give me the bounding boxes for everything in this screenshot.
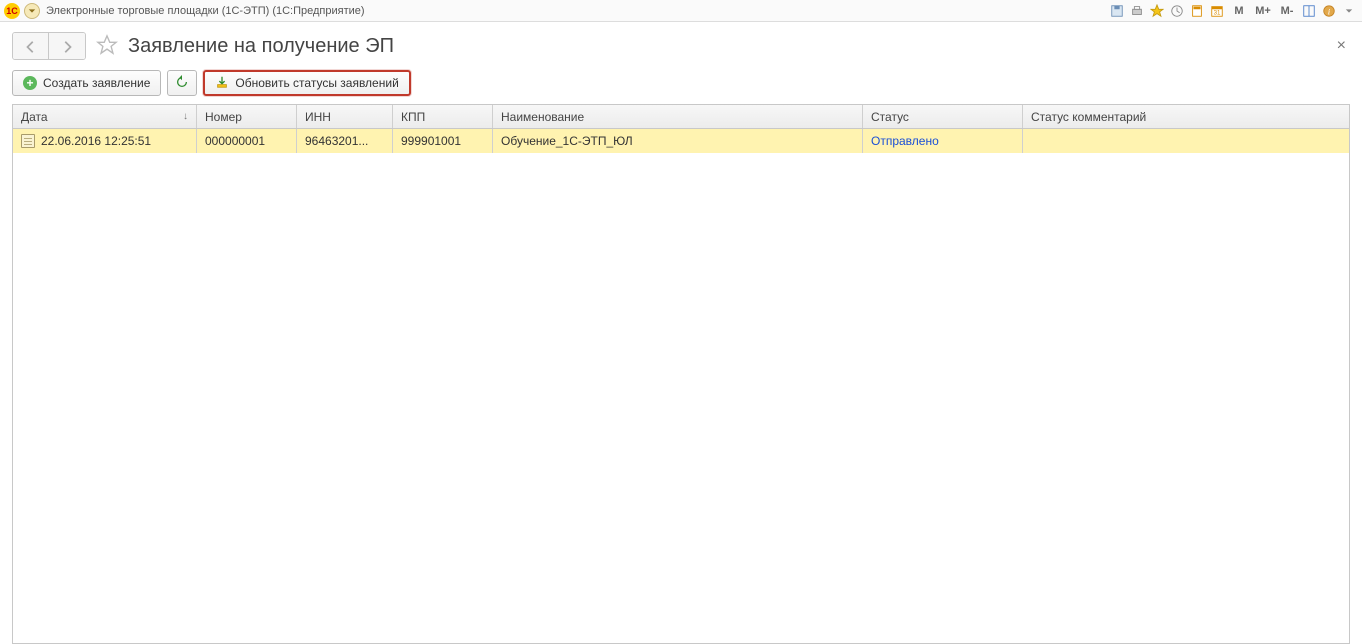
update-statuses-button[interactable]: Обновить статусы заявлений (203, 70, 410, 96)
memory-m-minus-button[interactable]: M- (1276, 2, 1298, 20)
app-menu-dropdown[interactable] (24, 3, 40, 19)
memory-m-button[interactable]: M (1228, 2, 1250, 20)
cell-status-comment (1023, 129, 1349, 153)
update-statuses-label: Обновить статусы заявлений (235, 76, 398, 90)
refresh-icon (175, 75, 189, 92)
column-header-number[interactable]: Номер (197, 105, 297, 128)
document-icon (21, 134, 35, 148)
create-button-label: Создать заявление (43, 76, 150, 90)
create-application-button[interactable]: + Создать заявление (12, 70, 161, 96)
column-header-status-comment[interactable]: Статус комментарий (1023, 105, 1349, 128)
cell-status: Отправлено (871, 134, 939, 148)
cell-kpp: 999901001 (393, 129, 493, 153)
refresh-button[interactable] (167, 70, 197, 96)
table-header-row: Дата ↓ Номер ИНН КПП Наименование Статус… (13, 105, 1349, 129)
info-dropdown-icon[interactable] (1340, 2, 1358, 20)
calendar-icon[interactable]: 31 (1208, 2, 1226, 20)
plus-icon: + (23, 76, 37, 90)
table-row[interactable]: 22.06.2016 12:25:51 000000001 96463201..… (13, 129, 1349, 153)
print-icon[interactable] (1128, 2, 1146, 20)
cell-inn: 96463201... (297, 129, 393, 153)
favorite-star-icon[interactable] (96, 34, 118, 59)
download-icon (215, 75, 229, 92)
column-header-date[interactable]: Дата ↓ (13, 105, 197, 128)
applications-table: Дата ↓ Номер ИНН КПП Наименование Статус… (12, 104, 1350, 644)
save-icon[interactable] (1108, 2, 1126, 20)
cell-date: 22.06.2016 12:25:51 (41, 134, 151, 148)
column-header-name[interactable]: Наименование (493, 105, 863, 128)
panels-icon[interactable] (1300, 2, 1318, 20)
memory-m-plus-button[interactable]: M+ (1252, 2, 1274, 20)
logo-1c-icon: 1C (4, 3, 20, 19)
info-icon[interactable]: i (1320, 2, 1338, 20)
nav-row: Заявление на получение ЭП × (0, 22, 1362, 70)
app-title: Электронные торговые площадки (1С-ЭТП) (… (44, 5, 365, 17)
star-favorite-icon[interactable] (1148, 2, 1166, 20)
column-header-inn[interactable]: ИНН (297, 105, 393, 128)
column-header-kpp[interactable]: КПП (393, 105, 493, 128)
sort-descending-icon: ↓ (183, 111, 188, 122)
cell-name: Обучение_1С-ЭТП_ЮЛ (493, 129, 863, 153)
system-bar: 1C Электронные торговые площадки (1С-ЭТП… (0, 0, 1362, 22)
back-button[interactable] (13, 33, 49, 60)
cell-number: 000000001 (197, 129, 297, 153)
nav-buttons-group (12, 32, 86, 60)
svg-text:31: 31 (1214, 9, 1221, 16)
column-header-status[interactable]: Статус (863, 105, 1023, 128)
history-icon[interactable] (1168, 2, 1186, 20)
forward-button[interactable] (49, 33, 85, 60)
page-title: Заявление на получение ЭП (128, 35, 394, 58)
close-button[interactable]: × (1333, 33, 1350, 59)
calculator-icon[interactable] (1188, 2, 1206, 20)
toolbar: + Создать заявление Обновить статусы зая… (0, 70, 1362, 104)
